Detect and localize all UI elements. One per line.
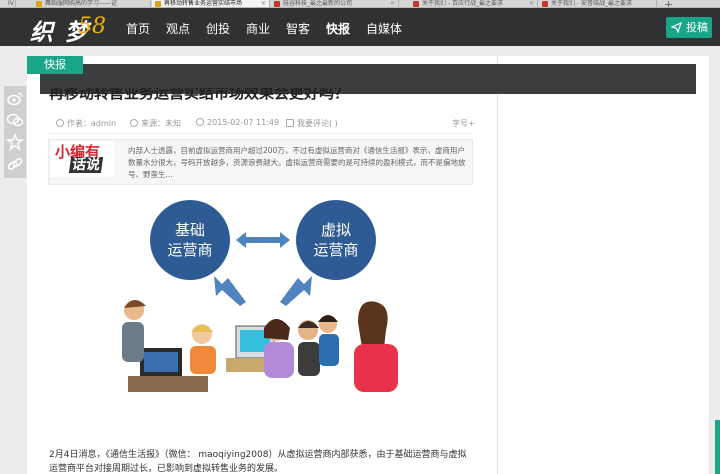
virtual-operator-label-2: 运营商: [313, 241, 358, 259]
nav-item-geek[interactable]: 智客: [286, 20, 310, 37]
tab-label: 再移动转售业务运营实结市场: [164, 0, 243, 7]
font-size-toggle[interactable]: 字号+: [452, 118, 475, 129]
pencil-icon: [130, 119, 138, 127]
star-icon[interactable]: [6, 133, 24, 151]
meta-date: 2015-02-07 11:49: [207, 118, 280, 127]
meta-divider: [48, 133, 474, 134]
new-tab-button[interactable]: +: [664, 0, 673, 7]
browser-tab[interactable]: 关于我们 - 安音结战_最之要求: [539, 0, 657, 7]
virtual-operator-label-1: 虚拟: [321, 221, 351, 239]
nav-item-business[interactable]: 商业: [246, 20, 270, 37]
comment-icon: [286, 119, 294, 127]
browser-tab-active[interactable]: 再移动转售业务运营实结市场 ✕: [152, 0, 270, 7]
arrow-icon: [280, 276, 312, 306]
editor-summary: 内部人士透露，目前虚拟运营商用户超过200万，不过有虚拟运营商对《通信生活报》表…: [128, 146, 466, 179]
user-icon: [56, 119, 64, 127]
article-title: 再移动转售业务运营实结市场效果会更好吗？: [49, 88, 489, 104]
nav-item-opinion[interactable]: 观点: [166, 20, 190, 37]
tab-label: 关于我们 - 百应行战_最之要求: [422, 0, 503, 7]
browser-tab[interactable]: IV: [0, 0, 16, 7]
double-arrow-icon: [236, 232, 290, 248]
tab-label: 关于我们 - 安音结战_最之要求: [551, 0, 632, 7]
nav-item-venture[interactable]: 创投: [206, 20, 230, 37]
paper-plane-icon: [671, 22, 682, 33]
close-tab-icon[interactable]: ✕: [390, 0, 395, 7]
wechat-icon[interactable]: [6, 111, 24, 129]
nav-item-home[interactable]: 首页: [126, 20, 150, 37]
site-logo-number: 58: [78, 14, 106, 39]
meta-source: 来源：未知: [141, 119, 181, 128]
tab-label: 硅谷科技_最之最新的公司: [283, 0, 353, 7]
nav-item-news-flash[interactable]: 快报: [326, 20, 350, 37]
sidebar-divider: [497, 56, 498, 474]
editor-tag-line2: 话说: [68, 157, 104, 173]
tab-label: IV: [8, 0, 14, 7]
nav-item-we-media[interactable]: 自媒体: [366, 20, 402, 37]
base-operator-label-1: 基础: [175, 221, 205, 239]
weibo-icon[interactable]: [6, 89, 24, 107]
browser-tab-strip: IV 舞蹈服网购高的学习——证 再移动转售业务运营实结市场 ✕ 硅谷科技_最之最…: [0, 0, 720, 8]
base-operator-node: [150, 200, 230, 280]
favicon-icon: [274, 1, 280, 7]
browser-tab[interactable]: 舞蹈服网购高的学习——证: [33, 0, 151, 7]
browser-tab[interactable]: 关于我们 - 百应行战_最之要求 ✕: [410, 0, 538, 7]
link-icon[interactable]: [6, 155, 24, 173]
site-header: 织 梦 58 首页 观点 创投 商业 智客 快报 自媒体 投稿: [0, 8, 720, 46]
article-illustration: 基础 运营商 虚拟 运营商: [122, 200, 398, 392]
scroll-indicator[interactable]: [715, 420, 720, 474]
base-operator-label-2: 运营商: [167, 241, 212, 259]
category-badge[interactable]: 快报: [27, 56, 83, 74]
arrow-icon: [214, 276, 246, 306]
favicon-icon: [413, 1, 419, 7]
clock-icon: [196, 118, 204, 126]
people-illustration: [122, 299, 398, 392]
article-title-text: 再移动转售业务运营实结市场效果会更好吗？: [49, 88, 350, 102]
virtual-operator-node: [296, 200, 376, 280]
article-body-paragraph: 2月4日消息，《通信生活报》（微信： maoqiying2008）从虚拟运营商内…: [49, 450, 467, 474]
share-sidebar: [4, 86, 26, 178]
contribute-label: 投稿: [686, 21, 708, 34]
favicon-icon: [155, 1, 161, 7]
close-tab-icon[interactable]: ✕: [261, 0, 266, 7]
meta-author: 作者：admin: [67, 119, 117, 128]
tab-label: 舞蹈服网购高的学习——证: [45, 0, 118, 7]
browser-tab[interactable]: 硅谷科技_最之最新的公司 ✕: [271, 0, 399, 7]
close-tab-icon[interactable]: ✕: [529, 0, 534, 7]
comment-link[interactable]: 我要评论( ): [297, 119, 338, 128]
favicon-icon: [542, 1, 548, 7]
contribute-button[interactable]: 投稿: [666, 17, 712, 38]
favicon-icon: [36, 1, 42, 7]
